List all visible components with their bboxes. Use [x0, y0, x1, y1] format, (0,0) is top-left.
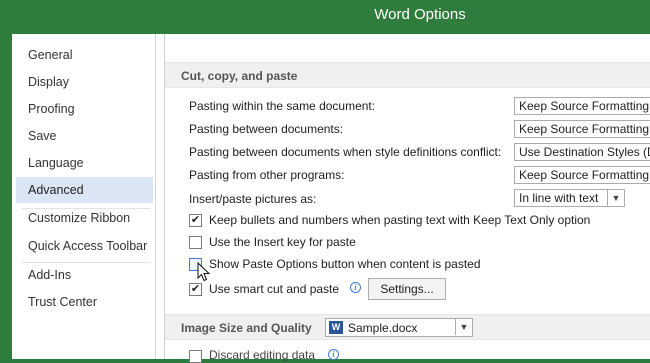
document-name: Sample.docx — [348, 321, 418, 335]
insert-key-paste-label: Use the Insert key for paste — [209, 235, 356, 249]
pasting-style-conflict-label: Pasting between documents when style def… — [189, 145, 502, 159]
window-title: Word Options — [374, 6, 466, 23]
section-header-cut-copy-paste: Cut, copy, and paste — [165, 62, 650, 88]
select-value: In line with text — [519, 191, 599, 205]
sidebar-item-save[interactable]: Save — [16, 123, 153, 149]
discard-editing-data-label: Discard editing data — [209, 348, 316, 362]
pasting-within-document-label: Pasting within the same document: — [189, 99, 376, 113]
title-bar: Word Options — [0, 0, 650, 34]
advanced-options-panel: Cut, copy, and paste Pasting within the … — [164, 34, 650, 363]
select-value: Use Destination Styles (Default) — [519, 145, 650, 159]
sidebar-item-general[interactable]: General — [16, 42, 153, 68]
sidebar-item-advanced[interactable]: Advanced — [16, 177, 153, 203]
word-document-icon: W — [329, 321, 343, 334]
dialog-client-area: General Display Proofing Save Language A… — [12, 34, 650, 363]
word-options-window: Word Options General Display Proofing Sa… — [0, 0, 650, 363]
chevron-down-icon[interactable]: ▼ — [607, 190, 624, 206]
smart-cut-paste-label: Use smart cut and paste — [209, 282, 340, 296]
select-value: Keep Source Formatting (Default) — [519, 168, 650, 182]
select-value: Keep Source Formatting (Default) — [519, 122, 650, 136]
pasting-style-conflict-select[interactable]: Use Destination Styles (Default) — [514, 143, 650, 161]
sidebar-item-quick-access-toolbar[interactable]: Quick Access Toolbar — [16, 233, 153, 259]
sidebar-item-proofing[interactable]: Proofing — [16, 96, 153, 122]
pasting-other-programs-label: Pasting from other programs: — [189, 168, 345, 182]
smart-cut-paste-checkbox[interactable]: ✔ — [189, 283, 202, 296]
section-title: Image Size and Quality — [181, 321, 312, 335]
show-paste-options-label: Show Paste Options button when content i… — [209, 257, 481, 271]
keep-bullets-label: Keep bullets and numbers when pasting te… — [209, 213, 591, 227]
pasting-between-documents-select[interactable]: Keep Source Formatting (Default) — [514, 120, 650, 138]
mouse-pointer-icon — [197, 262, 211, 282]
select-value: Keep Source Formatting (Default) — [519, 99, 650, 113]
sidebar-item-trust-center[interactable]: Trust Center — [16, 289, 153, 315]
section-header-image-size-quality: Image Size and Quality W Sample.docx ▼ — [165, 314, 650, 340]
insert-pictures-select[interactable]: In line with text ▼ — [514, 189, 625, 207]
insert-pictures-label: Insert/paste pictures as: — [189, 192, 317, 206]
section-title: Cut, copy, and paste — [181, 69, 298, 83]
pasting-within-document-select[interactable]: Keep Source Formatting (Default) — [514, 97, 650, 115]
document-select[interactable]: W Sample.docx ▼ — [325, 318, 473, 337]
pasting-other-programs-select[interactable]: Keep Source Formatting (Default) — [514, 166, 650, 184]
info-icon: i — [328, 349, 339, 360]
options-sidebar: General Display Proofing Save Language A… — [12, 34, 156, 359]
pasting-between-documents-label: Pasting between documents: — [189, 122, 344, 136]
sidebar-item-add-ins[interactable]: Add-Ins — [16, 262, 153, 288]
info-icon: i — [350, 282, 361, 293]
sidebar-item-display[interactable]: Display — [16, 69, 153, 95]
discard-editing-data-checkbox[interactable] — [189, 350, 202, 363]
keep-bullets-checkbox[interactable]: ✔ — [189, 214, 202, 227]
settings-button[interactable]: Settings... — [368, 278, 446, 300]
chevron-down-icon[interactable]: ▼ — [455, 319, 472, 335]
insert-key-paste-checkbox[interactable] — [189, 236, 202, 249]
sidebar-item-language[interactable]: Language — [16, 150, 153, 176]
sidebar-item-customize-ribbon[interactable]: Customize Ribbon — [16, 205, 153, 231]
